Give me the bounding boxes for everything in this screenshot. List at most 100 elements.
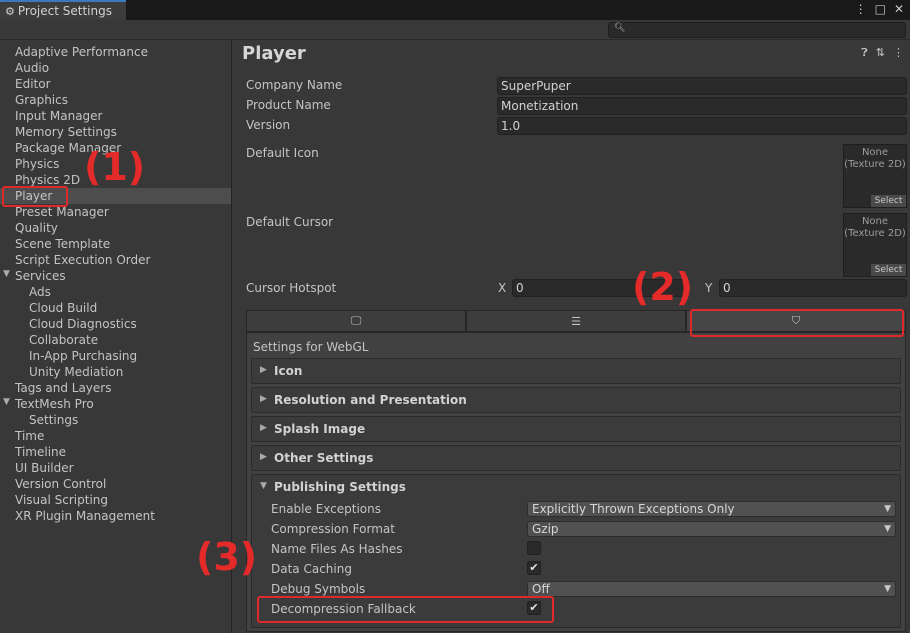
- sidebar-item-ads[interactable]: Ads: [29, 284, 51, 300]
- close-icon[interactable]: ✕: [894, 2, 904, 16]
- collapsed-arrow-icon: ▶: [260, 365, 267, 375]
- sidebar-item-scene-template[interactable]: Scene Template: [15, 236, 110, 252]
- search-input[interactable]: 🔍︎: [608, 22, 906, 38]
- sidebar-item-editor[interactable]: Editor: [15, 76, 51, 92]
- foldout-splash-image[interactable]: ▶ Splash Image: [251, 416, 901, 442]
- title-bar: ⚙ Project Settings ⋮ □ ✕: [0, 0, 910, 20]
- webgl-settings-panel: Settings for WebGL ▶ Icon ▶ Resolution a…: [246, 332, 906, 632]
- texture-none-text: None: [861, 147, 889, 158]
- foldout-title: Splash Image: [274, 422, 366, 436]
- page-title: Player: [242, 43, 306, 64]
- foldout-resolution[interactable]: ▶ Resolution and Presentation: [251, 387, 901, 413]
- select-button[interactable]: Select: [871, 195, 906, 207]
- compression-format-value: Gzip: [532, 522, 559, 536]
- sidebar-item-cloud-diagnostics[interactable]: Cloud Diagnostics: [29, 316, 137, 332]
- default-cursor-texture-slot[interactable]: None (Texture 2D) Select: [843, 213, 907, 277]
- sidebar-item-textmesh-settings[interactable]: Settings: [29, 412, 78, 428]
- publishing-settings-title[interactable]: Publishing Settings: [274, 480, 406, 494]
- tab-standalone[interactable]: 🖵: [246, 310, 466, 332]
- sidebar-item-in-app-purchasing[interactable]: In-App Purchasing: [29, 348, 137, 364]
- compression-format-label: Compression Format: [271, 522, 395, 536]
- sidebar-item-adaptive-performance[interactable]: Adaptive Performance: [15, 44, 148, 60]
- company-name-field[interactable]: SuperPuper: [497, 77, 907, 95]
- collapsed-arrow-icon: ▶: [260, 452, 267, 462]
- player-settings-panel: Player ❓︎ ⇅ ⋮ Company Name SuperPuper Pr…: [232, 40, 910, 633]
- sidebar-item-unity-mediation[interactable]: Unity Mediation: [29, 364, 123, 380]
- help-icon[interactable]: ❓︎: [861, 46, 868, 60]
- tab-dedicated-server[interactable]: ☰: [466, 310, 686, 332]
- chevron-down-icon: ▼: [884, 524, 891, 534]
- select-button[interactable]: Select: [871, 264, 906, 276]
- expand-arrow-icon[interactable]: ▼: [3, 269, 10, 279]
- sidebar-item-textmesh-pro[interactable]: TextMesh Pro: [15, 396, 94, 412]
- foldout-icon[interactable]: ▶ Icon: [251, 358, 901, 384]
- product-name-field[interactable]: Monetization: [497, 97, 907, 115]
- hotspot-x-label: X: [498, 281, 507, 295]
- hotspot-y-label: Y: [705, 281, 713, 295]
- sidebar-item-graphics[interactable]: Graphics: [15, 92, 68, 108]
- sidebar-item-input-manager[interactable]: Input Manager: [15, 108, 103, 124]
- hotspot-y-field[interactable]: 0: [719, 279, 907, 297]
- chevron-down-icon: ▼: [884, 584, 891, 594]
- highlight-box-webgl-tab: [690, 309, 904, 337]
- toolbar: 🔍︎: [0, 20, 910, 40]
- sidebar-item-cloud-build[interactable]: Cloud Build: [29, 300, 97, 316]
- highlight-box-decompression-fallback: [257, 596, 554, 623]
- kebab-menu-icon[interactable]: ⋮: [855, 2, 867, 16]
- default-icon-texture-slot[interactable]: None (Texture 2D) Select: [843, 144, 907, 208]
- kebab-menu-icon[interactable]: ⋮: [893, 46, 904, 60]
- debug-symbols-dropdown[interactable]: Off ▼: [527, 581, 896, 597]
- sidebar-item-time[interactable]: Time: [15, 428, 44, 444]
- enable-exceptions-label: Enable Exceptions: [271, 502, 381, 516]
- annotation-label-3: (3): [196, 535, 258, 579]
- preset-icon[interactable]: ⇅: [876, 46, 885, 60]
- sidebar-item-tags-and-layers[interactable]: Tags and Layers: [15, 380, 111, 396]
- sidebar-item-version-control[interactable]: Version Control: [15, 476, 106, 492]
- annotation-label-1: (1): [84, 145, 146, 189]
- compression-format-dropdown[interactable]: Gzip ▼: [527, 521, 896, 537]
- version-label: Version: [246, 118, 291, 132]
- texture-none-text: None: [861, 216, 889, 227]
- debug-symbols-value: Off: [532, 582, 550, 596]
- sidebar-item-services[interactable]: Services: [15, 268, 66, 284]
- server-icon: ☰: [571, 314, 581, 328]
- name-files-as-hashes-label: Name Files As Hashes: [271, 542, 403, 556]
- expanded-arrow-icon[interactable]: ▼: [260, 481, 267, 491]
- default-icon-label: Default Icon: [246, 146, 319, 160]
- enable-exceptions-dropdown[interactable]: Explicitly Thrown Exceptions Only ▼: [527, 501, 896, 517]
- sidebar-item-visual-scripting[interactable]: Visual Scripting: [15, 492, 108, 508]
- name-files-as-hashes-checkbox[interactable]: [527, 541, 541, 555]
- default-cursor-label: Default Cursor: [246, 215, 334, 229]
- foldout-other-settings[interactable]: ▶ Other Settings: [251, 445, 901, 471]
- chevron-down-icon: ▼: [884, 504, 891, 514]
- sidebar-item-collaborate[interactable]: Collaborate: [29, 332, 98, 348]
- product-name-label: Product Name: [246, 98, 331, 112]
- annotation-label-2: (2): [632, 265, 694, 309]
- foldout-title: Resolution and Presentation: [274, 393, 467, 407]
- foldout-title: Other Settings: [274, 451, 374, 465]
- cursor-hotspot-label: Cursor Hotspot: [246, 281, 337, 295]
- monitor-icon: 🖵: [350, 314, 362, 327]
- sidebar-item-physics[interactable]: Physics: [15, 156, 59, 172]
- enable-exceptions-value: Explicitly Thrown Exceptions Only: [532, 502, 735, 516]
- sidebar-item-ui-builder[interactable]: UI Builder: [15, 460, 74, 476]
- settings-for-webgl-label: Settings for WebGL: [253, 340, 369, 354]
- expand-arrow-icon[interactable]: ▼: [3, 397, 10, 407]
- gear-icon: ⚙: [5, 4, 15, 18]
- data-caching-label: Data Caching: [271, 562, 352, 576]
- sidebar-item-memory-settings[interactable]: Memory Settings: [15, 124, 117, 140]
- collapsed-arrow-icon: ▶: [260, 423, 267, 433]
- sidebar-item-quality[interactable]: Quality: [15, 220, 58, 236]
- panel-header-icons: ❓︎ ⇅ ⋮: [861, 46, 904, 60]
- maximize-icon[interactable]: □: [875, 2, 886, 16]
- project-settings-tab[interactable]: ⚙ Project Settings: [0, 0, 126, 20]
- sidebar-item-script-execution-order[interactable]: Script Execution Order: [15, 252, 150, 268]
- sidebar-item-timeline[interactable]: Timeline: [15, 444, 66, 460]
- sidebar-item-audio[interactable]: Audio: [15, 60, 49, 76]
- version-field[interactable]: 1.0: [497, 117, 907, 135]
- texture-type-text: (Texture 2D): [844, 228, 906, 239]
- data-caching-checkbox[interactable]: ✔: [527, 561, 541, 575]
- company-name-label: Company Name: [246, 78, 343, 92]
- sidebar-item-xr-plugin-management[interactable]: XR Plugin Management: [15, 508, 155, 524]
- window-controls: ⋮ □ ✕: [855, 2, 904, 16]
